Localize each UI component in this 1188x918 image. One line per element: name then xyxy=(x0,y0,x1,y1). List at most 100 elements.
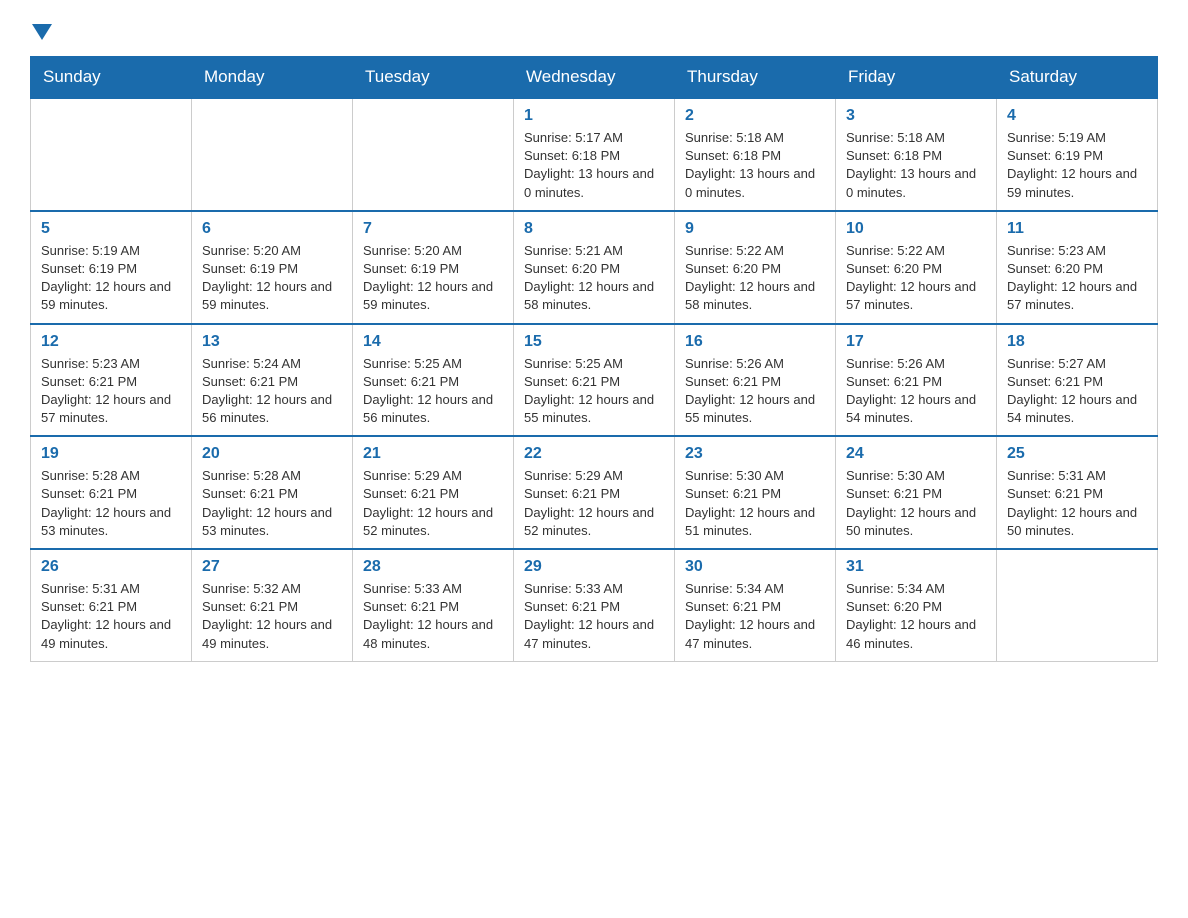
calendar-cell: 29Sunrise: 5:33 AM Sunset: 6:21 PM Dayli… xyxy=(514,549,675,661)
day-number: 20 xyxy=(202,445,342,463)
day-info: Sunrise: 5:28 AM Sunset: 6:21 PM Dayligh… xyxy=(41,467,181,540)
calendar-cell: 15 Sunrise: 5:25 AM Sunset: 6:21 PM Dayli… xyxy=(514,324,675,437)
day-info: Sunrise: 5:20 AM Sunset: 6:19 PM Dayligh… xyxy=(363,242,503,315)
calendar-header-friday: Friday xyxy=(836,57,997,99)
day-number: 12 xyxy=(41,333,181,351)
day-info: Sunrise: 5:29 AM Sunset: 6:21 PM Dayligh… xyxy=(524,467,664,540)
day-info: Sunrise: 5:28 AM Sunset: 6:21 PM Dayligh… xyxy=(202,467,342,540)
calendar-week-row: 26Sunrise: 5:31 AM Sunset: 6:21 PM Dayli… xyxy=(31,549,1158,661)
day-number: 9 xyxy=(685,220,825,238)
day-number: 1 xyxy=(524,107,664,125)
day-info: Sunrise: 5:33 AM Sunset: 6:21 PM Dayligh… xyxy=(363,580,503,653)
calendar-cell xyxy=(353,98,514,211)
calendar-cell: 25Sunrise: 5:31 AM Sunset: 6:21 PM Dayli… xyxy=(997,436,1158,549)
day-number: 5 xyxy=(41,220,181,238)
day-number: 28 xyxy=(363,558,503,576)
calendar-header-monday: Monday xyxy=(192,57,353,99)
calendar-week-row: 12 Sunrise: 5:23 AM Sunset: 6:21 PM Dayli… xyxy=(31,324,1158,437)
calendar-header-wednesday: Wednesday xyxy=(514,57,675,99)
day-number: 3 xyxy=(846,107,986,125)
day-number: 23 xyxy=(685,445,825,463)
day-number: 8 xyxy=(524,220,664,238)
day-info: Sunrise: 5:18 AM Sunset: 6:18 PM Dayligh… xyxy=(846,129,986,202)
calendar-cell: 21 Sunrise: 5:29 AM Sunset: 6:21 PM Dayli… xyxy=(353,436,514,549)
day-info: Sunrise: 5:26 AM Sunset: 6:21 PM Dayligh… xyxy=(846,355,986,428)
day-number: 21 xyxy=(363,445,503,463)
day-info: Sunrise: 5:23 AM Sunset: 6:21 PM Dayligh… xyxy=(41,355,181,428)
day-info: Sunrise: 5:20 AM Sunset: 6:19 PM Dayligh… xyxy=(202,242,342,315)
day-info: Sunrise: 5:19 AM Sunset: 6:19 PM Dayligh… xyxy=(41,242,181,315)
page-header xyxy=(30,20,1158,40)
day-number: 18 xyxy=(1007,333,1147,351)
logo xyxy=(30,20,52,40)
calendar-week-row: 1 Sunrise: 5:17 AM Sunset: 6:18 PM Daylig… xyxy=(31,98,1158,211)
day-info: Sunrise: 5:34 AM Sunset: 6:20 PM Dayligh… xyxy=(846,580,986,653)
day-number: 6 xyxy=(202,220,342,238)
day-number: 16 xyxy=(685,333,825,351)
day-number: 31 xyxy=(846,558,986,576)
day-info: Sunrise: 5:33 AM Sunset: 6:21 PM Dayligh… xyxy=(524,580,664,653)
day-info: Sunrise: 5:31 AM Sunset: 6:21 PM Dayligh… xyxy=(1007,467,1147,540)
calendar-cell: 7Sunrise: 5:20 AM Sunset: 6:19 PM Daylig… xyxy=(353,211,514,324)
logo-triangle-icon xyxy=(32,24,52,40)
calendar-cell: 4 Sunrise: 5:19 AM Sunset: 6:19 PM Daylig… xyxy=(997,98,1158,211)
calendar-cell: 30 Sunrise: 5:34 AM Sunset: 6:21 PM Dayli… xyxy=(675,549,836,661)
calendar-header-tuesday: Tuesday xyxy=(353,57,514,99)
day-info: Sunrise: 5:30 AM Sunset: 6:21 PM Dayligh… xyxy=(846,467,986,540)
calendar-cell: 18 Sunrise: 5:27 AM Sunset: 6:21 PM Dayli… xyxy=(997,324,1158,437)
calendar-cell: 16Sunrise: 5:26 AM Sunset: 6:21 PM Dayli… xyxy=(675,324,836,437)
day-info: Sunrise: 5:30 AM Sunset: 6:21 PM Dayligh… xyxy=(685,467,825,540)
day-info: Sunrise: 5:27 AM Sunset: 6:21 PM Dayligh… xyxy=(1007,355,1147,428)
calendar-cell: 5 Sunrise: 5:19 AM Sunset: 6:19 PM Daylig… xyxy=(31,211,192,324)
calendar-cell: 2Sunrise: 5:18 AM Sunset: 6:18 PM Daylig… xyxy=(675,98,836,211)
day-info: Sunrise: 5:32 AM Sunset: 6:21 PM Dayligh… xyxy=(202,580,342,653)
day-info: Sunrise: 5:29 AM Sunset: 6:21 PM Dayligh… xyxy=(363,467,503,540)
calendar-cell: 1 Sunrise: 5:17 AM Sunset: 6:18 PM Daylig… xyxy=(514,98,675,211)
day-info: Sunrise: 5:19 AM Sunset: 6:19 PM Dayligh… xyxy=(1007,129,1147,202)
calendar-header-saturday: Saturday xyxy=(997,57,1158,99)
calendar-cell: 26Sunrise: 5:31 AM Sunset: 6:21 PM Dayli… xyxy=(31,549,192,661)
calendar-cell: 23 Sunrise: 5:30 AM Sunset: 6:21 PM Dayli… xyxy=(675,436,836,549)
calendar-cell: 28 Sunrise: 5:33 AM Sunset: 6:21 PM Dayli… xyxy=(353,549,514,661)
calendar-cell: 9 Sunrise: 5:22 AM Sunset: 6:20 PM Daylig… xyxy=(675,211,836,324)
calendar-week-row: 19 Sunrise: 5:28 AM Sunset: 6:21 PM Dayli… xyxy=(31,436,1158,549)
day-number: 19 xyxy=(41,445,181,463)
day-number: 24 xyxy=(846,445,986,463)
day-number: 11 xyxy=(1007,220,1147,238)
day-info: Sunrise: 5:23 AM Sunset: 6:20 PM Dayligh… xyxy=(1007,242,1147,315)
day-number: 4 xyxy=(1007,107,1147,125)
calendar-cell: 14 Sunrise: 5:25 AM Sunset: 6:21 PM Dayli… xyxy=(353,324,514,437)
day-number: 26 xyxy=(41,558,181,576)
calendar-cell xyxy=(192,98,353,211)
calendar-cell: 19 Sunrise: 5:28 AM Sunset: 6:21 PM Dayli… xyxy=(31,436,192,549)
calendar-header-row: SundayMondayTuesdayWednesdayThursdayFrid… xyxy=(31,57,1158,99)
day-info: Sunrise: 5:24 AM Sunset: 6:21 PM Dayligh… xyxy=(202,355,342,428)
day-info: Sunrise: 5:25 AM Sunset: 6:21 PM Dayligh… xyxy=(363,355,503,428)
calendar-cell: 31 Sunrise: 5:34 AM Sunset: 6:20 PM Dayli… xyxy=(836,549,997,661)
day-number: 27 xyxy=(202,558,342,576)
calendar-cell: 20 Sunrise: 5:28 AM Sunset: 6:21 PM Dayli… xyxy=(192,436,353,549)
day-info: Sunrise: 5:22 AM Sunset: 6:20 PM Dayligh… xyxy=(685,242,825,315)
calendar-cell: 24 Sunrise: 5:30 AM Sunset: 6:21 PM Dayli… xyxy=(836,436,997,549)
day-number: 15 xyxy=(524,333,664,351)
day-number: 2 xyxy=(685,107,825,125)
day-info: Sunrise: 5:17 AM Sunset: 6:18 PM Dayligh… xyxy=(524,129,664,202)
day-info: Sunrise: 5:21 AM Sunset: 6:20 PM Dayligh… xyxy=(524,242,664,315)
calendar-cell xyxy=(997,549,1158,661)
calendar-cell: 12 Sunrise: 5:23 AM Sunset: 6:21 PM Dayli… xyxy=(31,324,192,437)
day-number: 30 xyxy=(685,558,825,576)
day-number: 17 xyxy=(846,333,986,351)
calendar-cell: 17 Sunrise: 5:26 AM Sunset: 6:21 PM Dayli… xyxy=(836,324,997,437)
day-number: 14 xyxy=(363,333,503,351)
calendar-header-thursday: Thursday xyxy=(675,57,836,99)
day-number: 13 xyxy=(202,333,342,351)
calendar-cell: 3 Sunrise: 5:18 AM Sunset: 6:18 PM Daylig… xyxy=(836,98,997,211)
calendar-cell: 6 Sunrise: 5:20 AM Sunset: 6:19 PM Daylig… xyxy=(192,211,353,324)
calendar-cell: 13 Sunrise: 5:24 AM Sunset: 6:21 PM Dayli… xyxy=(192,324,353,437)
day-info: Sunrise: 5:34 AM Sunset: 6:21 PM Dayligh… xyxy=(685,580,825,653)
calendar-cell: 11 Sunrise: 5:23 AM Sunset: 6:20 PM Dayli… xyxy=(997,211,1158,324)
calendar-cell: 27 Sunrise: 5:32 AM Sunset: 6:21 PM Dayli… xyxy=(192,549,353,661)
day-info: Sunrise: 5:22 AM Sunset: 6:20 PM Dayligh… xyxy=(846,242,986,315)
calendar-cell: 10Sunrise: 5:22 AM Sunset: 6:20 PM Dayli… xyxy=(836,211,997,324)
day-info: Sunrise: 5:25 AM Sunset: 6:21 PM Dayligh… xyxy=(524,355,664,428)
